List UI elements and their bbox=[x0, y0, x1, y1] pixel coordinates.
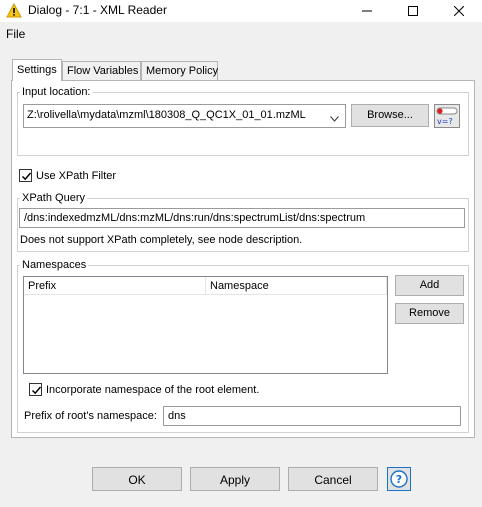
prefix-root-namespace-label: Prefix of root's namespace: bbox=[24, 410, 157, 422]
browse-button[interactable]: Browse... bbox=[351, 104, 429, 127]
incorporate-namespace-checkbox[interactable] bbox=[29, 383, 42, 396]
add-namespace-button[interactable]: Add bbox=[395, 275, 464, 296]
help-icon: ? bbox=[387, 467, 411, 491]
maximize-button[interactable] bbox=[390, 0, 436, 22]
ok-button[interactable]: OK bbox=[92, 467, 182, 491]
minimize-button[interactable] bbox=[344, 0, 390, 22]
namespaces-table[interactable]: Prefix Namespace bbox=[23, 276, 388, 374]
input-location-legend: Input location: bbox=[22, 86, 91, 98]
incorporate-namespace-label: Incorporate namespace of the root elemen… bbox=[46, 384, 260, 396]
minimize-icon bbox=[362, 10, 372, 12]
tab-flow-variables[interactable]: Flow Variables bbox=[62, 61, 141, 80]
tab-memory-policy[interactable]: Memory Policy bbox=[141, 61, 218, 80]
checkmark-icon bbox=[21, 172, 32, 181]
flow-variable-icon: v=? bbox=[434, 104, 460, 128]
help-button[interactable]: ? bbox=[387, 467, 411, 491]
chevron-down-icon bbox=[330, 113, 339, 125]
svg-text:v=?: v=? bbox=[437, 117, 453, 126]
maximize-icon bbox=[408, 6, 418, 16]
column-header-namespace[interactable]: Namespace bbox=[206, 277, 387, 295]
warning-triangle-icon bbox=[6, 2, 22, 19]
xpath-note: Does not support XPath completely, see n… bbox=[20, 234, 303, 246]
remove-namespace-button[interactable]: Remove bbox=[395, 303, 464, 324]
input-location-value: Z:\rolivella\mydata\mzml\180308_Q_QC1X_0… bbox=[27, 109, 306, 121]
title-bar: Dialog - 7:1 - XML Reader bbox=[0, 0, 482, 22]
close-button[interactable] bbox=[436, 0, 482, 22]
menu-file[interactable]: File bbox=[6, 27, 25, 41]
apply-button[interactable]: Apply bbox=[190, 467, 280, 491]
namespaces-legend: Namespaces bbox=[22, 259, 87, 271]
cancel-button[interactable]: Cancel bbox=[288, 467, 378, 491]
prefix-root-namespace-input[interactable]: dns bbox=[163, 406, 461, 426]
xpath-query-input[interactable]: /dns:indexedmzML/dns:mzML/dns:run/dns:sp… bbox=[19, 208, 465, 228]
flow-variable-button[interactable]: v=? bbox=[434, 104, 460, 128]
column-header-prefix[interactable]: Prefix bbox=[24, 277, 206, 295]
xpath-query-legend: XPath Query bbox=[22, 192, 85, 204]
tab-settings[interactable]: Settings bbox=[12, 59, 62, 81]
use-xpath-filter-label: Use XPath Filter bbox=[36, 170, 117, 182]
svg-text:?: ? bbox=[396, 473, 402, 486]
window-title: Dialog - 7:1 - XML Reader bbox=[28, 3, 167, 17]
input-location-select[interactable]: Z:\rolivella\mydata\mzml\180308_Q_QC1X_0… bbox=[23, 104, 346, 128]
close-icon bbox=[454, 6, 464, 16]
use-xpath-filter-checkbox[interactable] bbox=[19, 169, 32, 182]
menu-bar: File bbox=[0, 25, 482, 43]
checkmark-icon bbox=[31, 386, 42, 395]
